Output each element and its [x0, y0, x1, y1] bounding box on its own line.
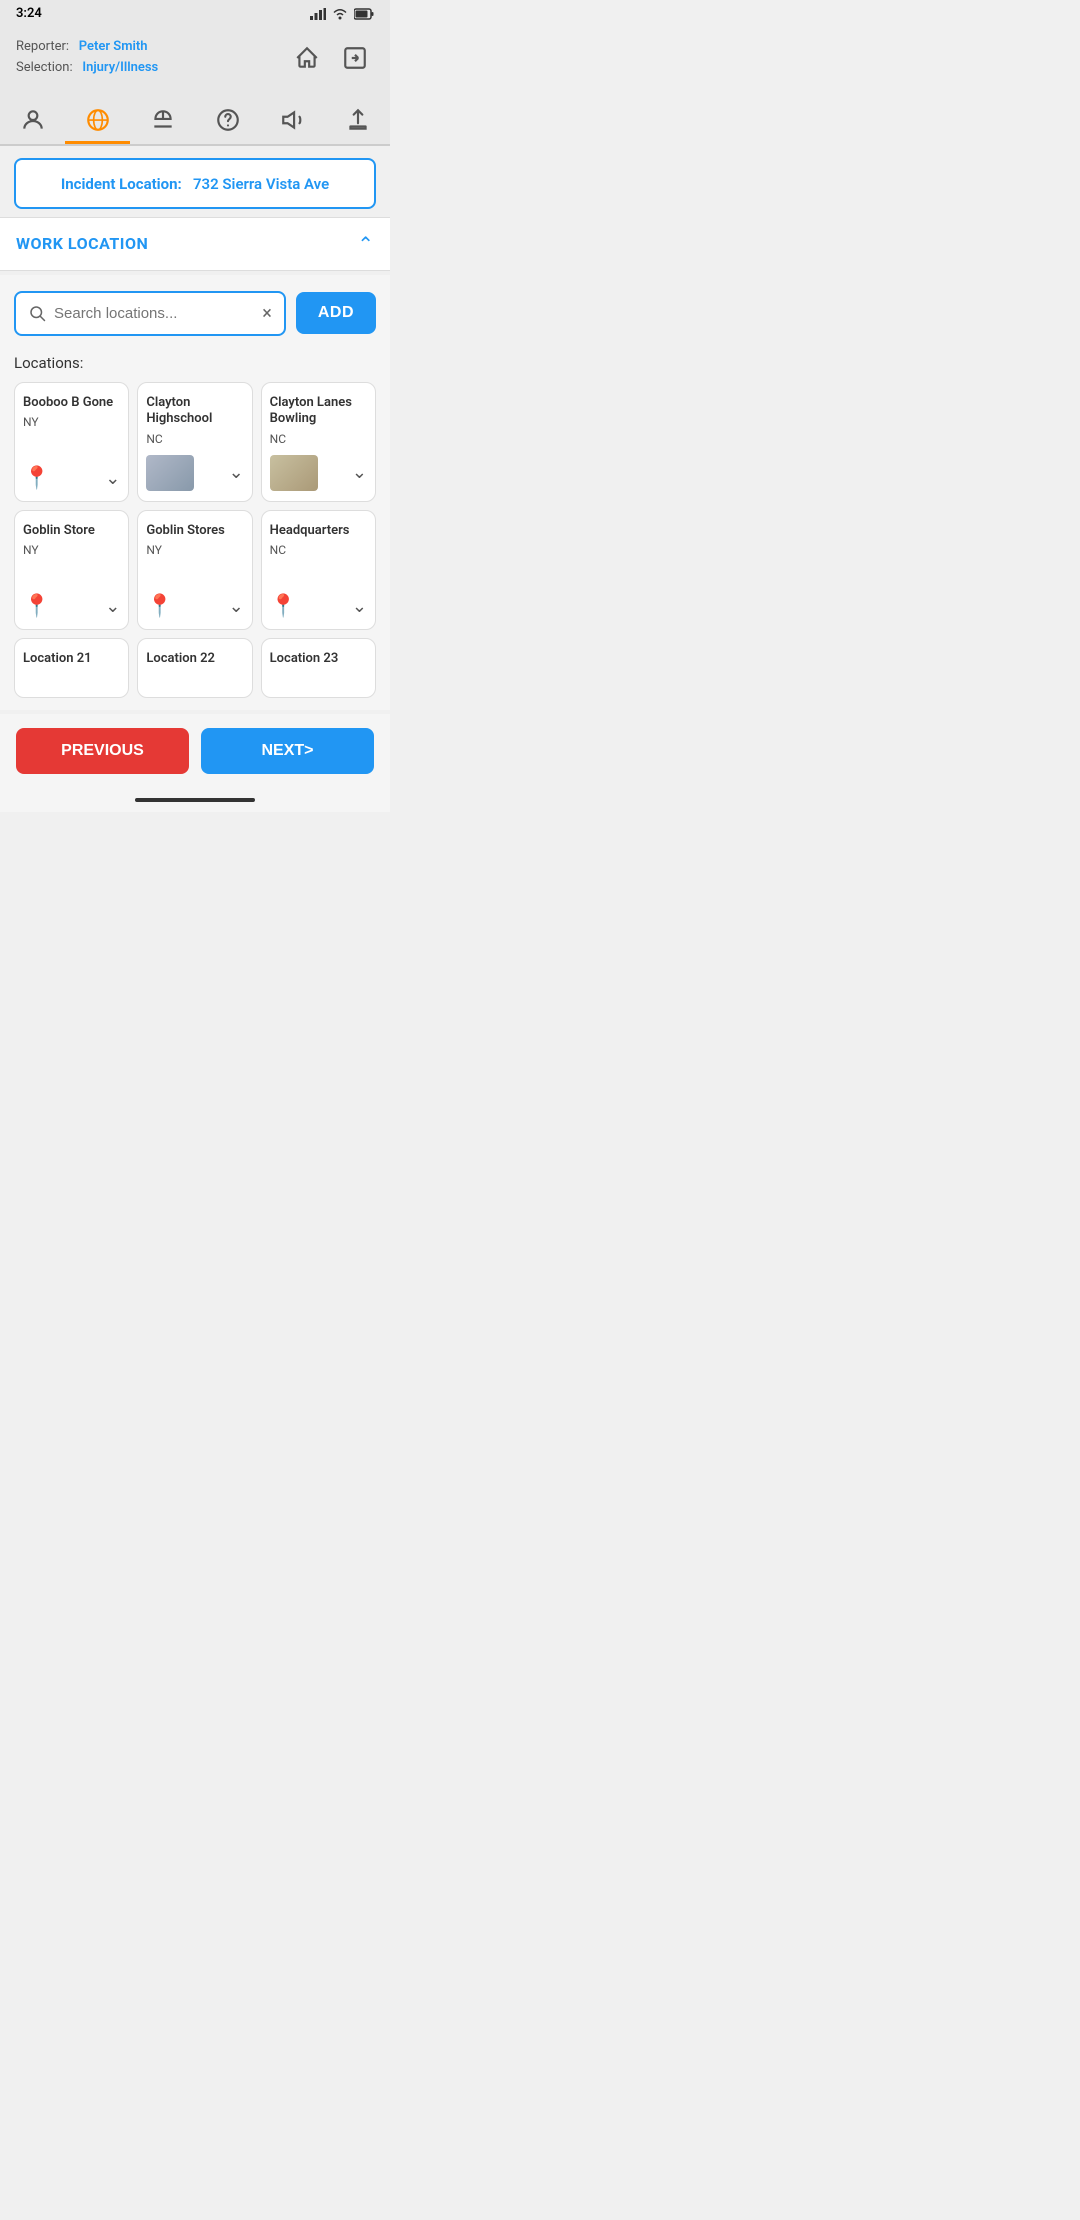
- reporter-label: Reporter:: [16, 39, 69, 54]
- collapse-icon: ⌃: [357, 232, 374, 256]
- location-name-5: Goblin Stores: [146, 523, 225, 540]
- location-card-3[interactable]: Clayton Lanes Bowling NC ⌄: [261, 382, 376, 502]
- location-state-2: NC: [146, 432, 162, 446]
- location-state-6: NC: [270, 543, 286, 557]
- search-input[interactable]: [54, 305, 254, 322]
- location-card-4[interactable]: Goblin Store NY 📍 ⌄: [14, 510, 129, 630]
- location-state-1: NY: [23, 415, 39, 429]
- tab-question[interactable]: [195, 99, 260, 144]
- globe-icon: [85, 107, 111, 133]
- chevron-down-icon-1: ⌄: [105, 468, 120, 489]
- pin-icon-1: 📍: [23, 466, 50, 491]
- pin-icon-6: 📍: [270, 594, 297, 619]
- home-icon: [294, 45, 320, 71]
- chevron-down-icon-2: ⌄: [229, 462, 244, 483]
- location-name-7: Location 21: [23, 651, 92, 668]
- battery-icon: [354, 8, 374, 20]
- location-card-bottom-4: 📍 ⌄: [23, 594, 120, 619]
- work-location-title: WORK LOCATION: [16, 234, 148, 253]
- selection-row: Selection: Injury/Illness: [16, 58, 158, 79]
- location-card-bottom-6: 📍 ⌄: [270, 594, 367, 619]
- question-icon: [215, 107, 241, 133]
- location-card-1[interactable]: Booboo B Gone NY 📍 ⌄: [14, 382, 129, 502]
- location-card-7[interactable]: Location 21: [14, 638, 129, 698]
- wifi-icon: [332, 8, 348, 20]
- selection-label: Selection:: [16, 60, 73, 75]
- upload-icon: [345, 107, 371, 133]
- megaphone-icon: [280, 107, 306, 133]
- incident-address: 732 Sierra Vista Ave: [193, 175, 329, 193]
- location-state-3: NC: [270, 432, 286, 446]
- location-name-6: Headquarters: [270, 523, 350, 540]
- signal-icon: [310, 8, 326, 20]
- header: Reporter: Peter Smith Selection: Injury/…: [0, 27, 390, 93]
- reporter-name: Peter Smith: [79, 39, 148, 54]
- pin-icon-5: 📍: [146, 594, 173, 619]
- export-icon: [342, 45, 368, 71]
- location-card-5[interactable]: Goblin Stores NY 📍 ⌄: [137, 510, 252, 630]
- search-icon: [28, 304, 46, 322]
- location-card-bottom-3: ⌄: [270, 455, 367, 491]
- location-name-4: Goblin Store: [23, 523, 95, 540]
- location-grid: Booboo B Gone NY 📍 ⌄ Clayton Highschool …: [0, 378, 390, 710]
- previous-button[interactable]: PREVIOUS: [16, 728, 189, 774]
- export-button[interactable]: [336, 39, 374, 77]
- status-time: 3:24: [16, 6, 42, 21]
- chevron-down-icon-4: ⌄: [105, 596, 120, 617]
- tab-upload[interactable]: [325, 99, 390, 144]
- location-state-5: NY: [146, 543, 162, 557]
- location-name-8: Location 22: [146, 651, 215, 668]
- location-name-2: Clayton Highschool: [146, 395, 243, 429]
- location-state-4: NY: [23, 543, 39, 557]
- location-name-3: Clayton Lanes Bowling: [270, 395, 367, 429]
- locations-label: Locations:: [0, 344, 390, 378]
- tab-megaphone[interactable]: [260, 99, 325, 144]
- status-bar: 3:24: [0, 0, 390, 27]
- home-indicator: [0, 788, 390, 812]
- location-image-3: [270, 455, 318, 491]
- next-button[interactable]: NEXT>: [201, 728, 374, 774]
- person-icon: [20, 107, 46, 133]
- home-button[interactable]: [288, 39, 326, 77]
- status-icons: [310, 8, 374, 20]
- bottom-nav: PREVIOUS NEXT>: [0, 714, 390, 788]
- tab-globe[interactable]: [65, 99, 130, 144]
- header-icons: [288, 39, 374, 77]
- header-info: Reporter: Peter Smith Selection: Injury/…: [16, 37, 158, 79]
- nav-tabs: [0, 93, 390, 146]
- location-card-bottom-2: ⌄: [146, 455, 243, 491]
- tab-hardhat[interactable]: [130, 99, 195, 144]
- chevron-down-icon-5: ⌄: [229, 596, 244, 617]
- location-card-8[interactable]: Location 22: [137, 638, 252, 698]
- location-card-bottom-1: 📍 ⌄: [23, 466, 120, 491]
- location-card-bottom-5: 📍 ⌄: [146, 594, 243, 619]
- location-card-6[interactable]: Headquarters NC 📍 ⌄: [261, 510, 376, 630]
- location-card-2[interactable]: Clayton Highschool NC ⌄: [137, 382, 252, 502]
- home-indicator-bar: [135, 798, 255, 802]
- location-card-9[interactable]: Location 23: [261, 638, 376, 698]
- location-name-9: Location 23: [270, 651, 339, 668]
- pin-icon-4: 📍: [23, 594, 50, 619]
- chevron-down-icon-3: ⌄: [352, 462, 367, 483]
- search-area: × ADD: [0, 275, 390, 344]
- location-image-2: [146, 455, 194, 491]
- add-button[interactable]: ADD: [296, 292, 376, 334]
- selection-value: Injury/Illness: [82, 60, 158, 75]
- search-box: ×: [14, 291, 286, 336]
- incident-label: Incident Location:: [61, 175, 182, 193]
- hardhat-icon: [150, 107, 176, 133]
- location-name-1: Booboo B Gone: [23, 395, 113, 412]
- tab-person[interactable]: [0, 99, 65, 144]
- reporter-row: Reporter: Peter Smith: [16, 37, 158, 58]
- incident-banner-text: Incident Location: 732 Sierra Vista Ave: [61, 175, 329, 193]
- chevron-down-icon-6: ⌄: [352, 596, 367, 617]
- incident-banner: Incident Location: 732 Sierra Vista Ave: [14, 158, 376, 209]
- search-clear-button[interactable]: ×: [262, 303, 272, 324]
- work-location-section[interactable]: WORK LOCATION ⌃: [0, 217, 390, 271]
